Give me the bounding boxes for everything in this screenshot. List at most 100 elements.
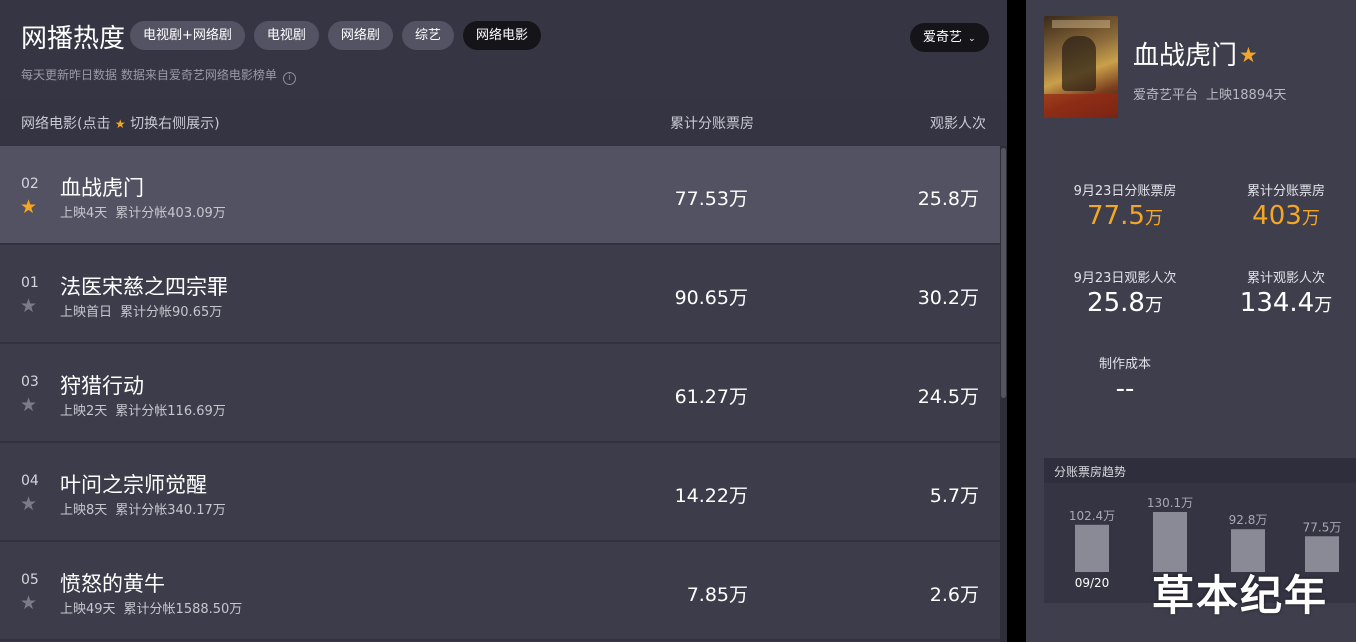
row-meta: 上映首日 累计分帐90.65万 — [60, 301, 222, 320]
ranking-list: 02 ★ 血战虎门 上映4天 累计分帐403.09万 77.53万 25.8万 0… — [0, 146, 1000, 641]
info-icon[interactable]: i — [282, 72, 296, 85]
star-icon[interactable]: ★ — [20, 198, 37, 217]
chevron-down-icon: ⌄ — [968, 34, 976, 44]
star-icon[interactable]: ★ — [20, 495, 37, 514]
row-rank: 02 — [21, 176, 39, 192]
stat-label: 9月23日分账票房 — [1073, 184, 1177, 199]
trend-value-label: 130.1万 — [1147, 496, 1193, 510]
table-row[interactable]: 03 ★ 狩猎行动 上映2天 累计分帐116.69万 61.27万 24.5万 — [0, 344, 1000, 443]
platform-label: 爱奇艺 — [923, 30, 963, 45]
stat-label: 制作成本 — [1098, 357, 1151, 372]
row-title: 法医宋慈之四宗罪 — [60, 275, 228, 299]
row-views: 2.6万 — [929, 584, 979, 606]
row-box-office: 90.65万 — [674, 287, 748, 309]
row-box-office: 14.22万 — [674, 485, 748, 507]
detail-meta: 爱奇艺平台 上映18894天 — [1133, 84, 1286, 103]
platform-dropdown[interactable]: 爱奇艺 ⌄ — [910, 23, 989, 52]
detail-panel: 血战虎门★ 爱奇艺平台 上映18894天 9月23日分账票房 77.5万 累计分账… — [1026, 0, 1356, 642]
stat-value: -- — [1115, 374, 1135, 404]
row-total: 累计分帐1588.50万 — [123, 602, 243, 617]
row-title: 狩猎行动 — [60, 374, 144, 398]
page-title: 网播热度 — [21, 24, 126, 54]
category-tabs: 电视剧+网络剧 电视剧 网络剧 综艺 网络电影 — [130, 21, 541, 50]
detail-platform: 爱奇艺平台 — [1133, 88, 1199, 103]
watermark: 草本纪年 — [1152, 571, 1329, 620]
star-icon: ★ — [114, 117, 126, 131]
row-meta: 上映8天 累计分帐340.17万 — [60, 499, 226, 518]
row-days: 上映8天 — [60, 503, 108, 518]
row-total: 累计分帐116.69万 — [115, 404, 226, 419]
row-title: 愤怒的黄牛 — [60, 572, 165, 596]
detail-days: 上映18894天 — [1206, 88, 1287, 103]
table-row[interactable]: 01 ★ 法医宋慈之四宗罪 上映首日 累计分帐90.65万 90.65万 30.2… — [0, 245, 1000, 344]
row-meta: 上映4天 累计分帐403.09万 — [60, 202, 226, 221]
column-box-office: 累计分账票房 — [670, 116, 754, 132]
list-scrollbar[interactable] — [1000, 146, 1007, 642]
star-icon[interactable]: ★ — [20, 297, 37, 316]
row-rank: 01 — [21, 275, 39, 291]
tab-web-series[interactable]: 网络剧 — [327, 21, 393, 50]
row-views: 5.7万 — [929, 485, 979, 507]
stat-daily-views: 9月23日观影人次 25.8万 — [1055, 267, 1195, 318]
column-film-prefix: 网络电影(点击 — [21, 116, 111, 132]
row-days: 上映首日 — [60, 305, 113, 320]
row-box-office: 61.27万 — [674, 386, 748, 408]
star-icon[interactable]: ★ — [20, 594, 37, 613]
stat-total-views: 累计观影人次 134.4万 — [1216, 267, 1356, 318]
row-total: 累计分帐90.65万 — [120, 305, 223, 320]
table-header: 网络电影(点击 ★ 切换右侧展示) 累计分账票房 观影人次 — [0, 98, 1007, 146]
row-views: 25.8万 — [917, 188, 979, 210]
detail-title: 血战虎门★ — [1133, 35, 1258, 72]
row-box-office: 77.53万 — [674, 188, 748, 210]
column-views: 观影人次 — [930, 116, 986, 132]
stat-value: 25.8万 — [1087, 288, 1163, 318]
data-source-text: 每天更新昨日数据 数据来自爱奇艺网络电影榜单 — [21, 68, 277, 82]
row-days: 上映49天 — [60, 602, 116, 617]
movie-poster — [1044, 16, 1118, 118]
row-meta: 上映49天 累计分帐1588.50万 — [60, 598, 242, 617]
tab-web-movie[interactable]: 网络电影 — [462, 21, 541, 50]
trend-value-label: 77.5万 — [1303, 520, 1342, 534]
stat-value: 403万 — [1252, 201, 1320, 231]
row-meta: 上映2天 累计分帐116.69万 — [60, 400, 226, 419]
row-rank: 05 — [21, 572, 39, 588]
scrollbar-thumb[interactable] — [1001, 148, 1006, 398]
row-days: 上映4天 — [60, 206, 108, 221]
row-total: 累计分帐340.17万 — [115, 503, 226, 518]
trend-bar — [1075, 524, 1109, 572]
stat-label: 9月23日观影人次 — [1073, 271, 1177, 286]
star-icon: ★ — [1239, 43, 1258, 67]
stat-total-box: 累计分账票房 403万 — [1216, 180, 1356, 231]
stat-value: 134.4万 — [1239, 288, 1333, 318]
row-rank: 04 — [21, 473, 39, 489]
row-views: 24.5万 — [917, 386, 979, 408]
stat-production-cost: 制作成本 -- — [1055, 353, 1195, 404]
trend-header: 分账票房趋势 — [1044, 458, 1356, 483]
row-rank: 03 — [21, 374, 39, 390]
stat-label: 累计观影人次 — [1246, 271, 1325, 286]
stat-value: 77.5万 — [1087, 201, 1163, 231]
ranking-panel: 网播热度 电视剧+网络剧 电视剧 网络剧 综艺 网络电影 爱奇艺 ⌄ 每天更新昨… — [0, 0, 1007, 642]
row-days: 上映2天 — [60, 404, 108, 419]
column-film-suffix: 切换右侧展示) — [130, 116, 220, 132]
trend-x-label: 09/20 — [1075, 576, 1110, 590]
row-total: 累计分帐403.09万 — [115, 206, 226, 221]
star-icon[interactable]: ★ — [20, 396, 37, 415]
row-box-office: 7.85万 — [686, 584, 748, 606]
stat-daily-box: 9月23日分账票房 77.5万 — [1055, 180, 1195, 231]
table-row[interactable]: 02 ★ 血战虎门 上映4天 累计分帐403.09万 77.53万 25.8万 — [0, 146, 1000, 245]
tab-tv-and-web-series[interactable]: 电视剧+网络剧 — [130, 21, 245, 50]
stat-label: 累计分账票房 — [1246, 184, 1325, 199]
data-source-note: 每天更新昨日数据 数据来自爱奇艺网络电影榜单 i — [21, 66, 296, 85]
ranking-header: 网播热度 电视剧+网络剧 电视剧 网络剧 综艺 网络电影 爱奇艺 ⌄ 每天更新昨… — [0, 0, 1007, 98]
tab-variety[interactable]: 综艺 — [401, 21, 454, 50]
table-row[interactable]: 04 ★ 叶问之宗师觉醒 上映8天 累计分帐340.17万 14.22万 5.7万 — [0, 443, 1000, 542]
trend-value-label: 92.8万 — [1229, 513, 1268, 527]
row-views: 30.2万 — [917, 287, 979, 309]
trend-value-label: 102.4万 — [1069, 509, 1115, 523]
table-row[interactable]: 05 ★ 愤怒的黄牛 上映49天 累计分帐1588.50万 7.85万 2.6万 — [0, 542, 1000, 641]
detail-title-text: 血战虎门 — [1133, 41, 1238, 71]
row-title: 叶问之宗师觉醒 — [60, 473, 207, 497]
column-film: 网络电影(点击 ★ 切换右侧展示) — [21, 113, 220, 133]
tab-tv-series[interactable]: 电视剧 — [253, 21, 319, 50]
